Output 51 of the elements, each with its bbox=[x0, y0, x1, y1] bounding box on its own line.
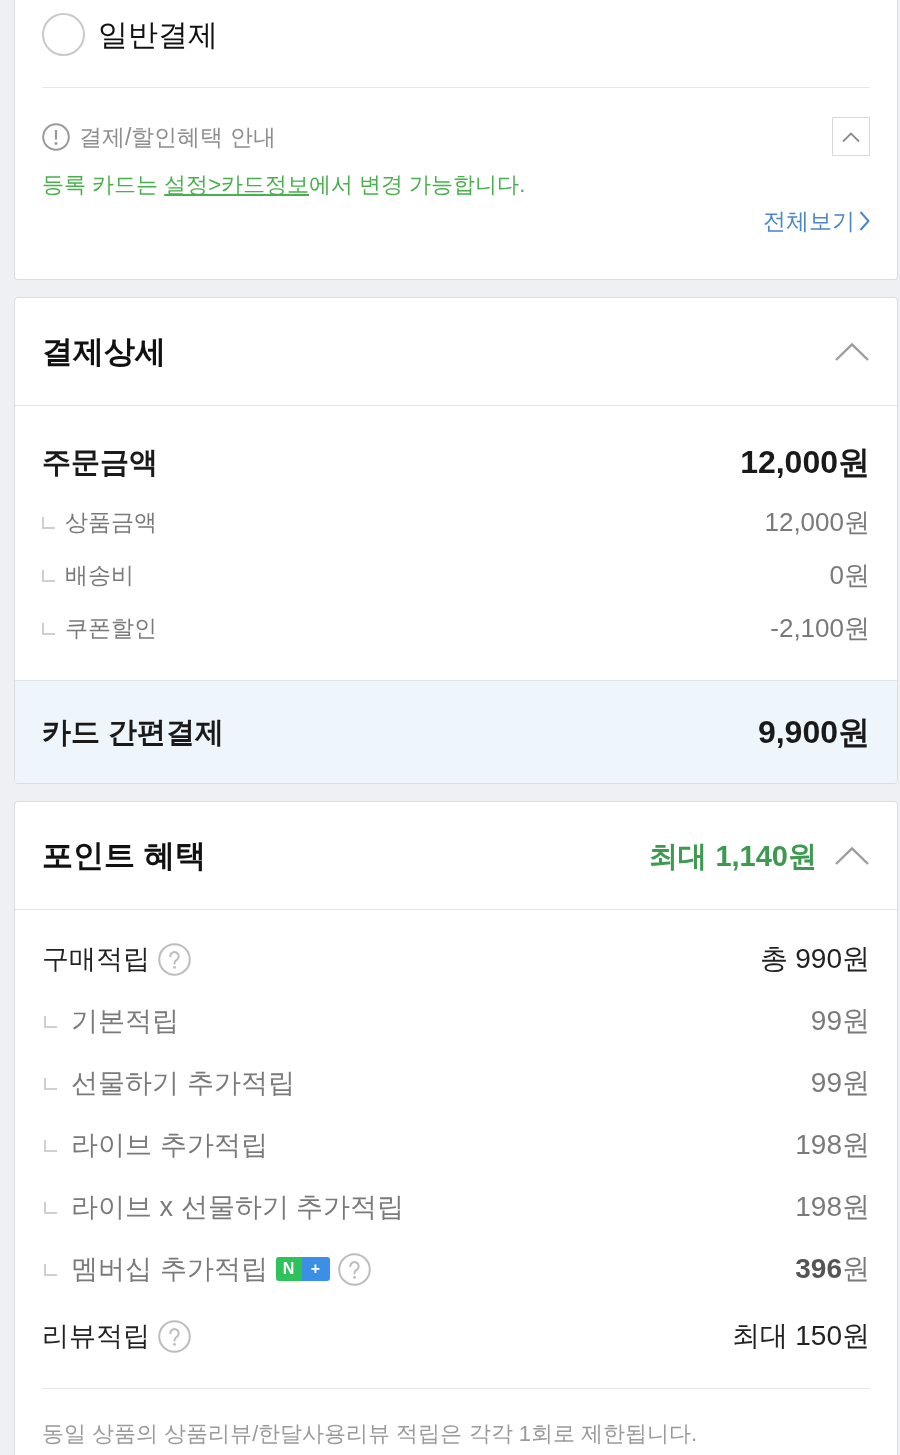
help-icon[interactable] bbox=[158, 942, 191, 976]
detail-label: 상품금액 bbox=[65, 507, 157, 537]
points-label: 구매적립 bbox=[42, 943, 150, 976]
collapse-button[interactable] bbox=[832, 117, 870, 156]
detail-value: -2,100원 bbox=[770, 611, 870, 645]
detail-value: 12,000원 bbox=[764, 505, 870, 539]
final-amount-label: 카드 간편결제 bbox=[42, 715, 225, 750]
points-value: 총 990원 bbox=[759, 942, 870, 976]
points-label: 라이브 추가적립 bbox=[71, 1129, 268, 1162]
indent-corner-icon bbox=[42, 622, 55, 635]
indent-corner-icon bbox=[44, 1202, 57, 1214]
chevron-up-icon[interactable] bbox=[834, 341, 870, 362]
indent-corner-icon bbox=[42, 516, 55, 529]
points-value: 99원 bbox=[810, 1066, 870, 1100]
points-label: 멤버십 추가적립 bbox=[71, 1253, 268, 1286]
help-icon[interactable] bbox=[158, 1319, 191, 1353]
final-amount-value: 9,900원 bbox=[757, 713, 870, 752]
indent-corner-icon bbox=[42, 569, 55, 582]
chevron-right-icon bbox=[859, 210, 870, 232]
points-value: 198원 bbox=[795, 1190, 870, 1224]
points-label: 리뷰적립 bbox=[42, 1320, 150, 1353]
order-total-label: 주문금액 bbox=[42, 445, 158, 480]
section-title: 결제상세 bbox=[42, 332, 166, 371]
card-change-message: 등록 카드는 설정>카드정보에서 변경 가능합니다. bbox=[42, 171, 527, 199]
footnote-text: 동일 상품의 상품리뷰/한달사용리뷰 적립은 각각 1회로 제한됩니다. bbox=[42, 1420, 699, 1448]
points-value: 최대 150원 bbox=[731, 1319, 870, 1353]
detail-value: 0원 bbox=[829, 558, 870, 592]
chevron-up-icon bbox=[841, 130, 861, 143]
indent-corner-icon bbox=[44, 1140, 57, 1152]
points-value: 198원 bbox=[795, 1128, 870, 1162]
order-total-value: 12,000원 bbox=[740, 443, 870, 482]
chevron-up-icon[interactable] bbox=[834, 845, 870, 866]
section-title: 포인트 혜택 bbox=[42, 836, 206, 875]
points-label: 선물하기 추가적립 bbox=[71, 1067, 295, 1100]
points-value: 99원 bbox=[810, 1004, 870, 1038]
points-label: 기본적립 bbox=[71, 1005, 179, 1038]
detail-label: 쿠폰할인 bbox=[65, 613, 157, 643]
points-label: 라이브 x 선물하기 추가적립 bbox=[71, 1191, 404, 1224]
view-all-link[interactable]: 전체보기 bbox=[763, 206, 870, 236]
radio-button[interactable] bbox=[42, 13, 85, 56]
card-settings-link[interactable]: 설정>카드정보 bbox=[164, 172, 310, 197]
info-icon bbox=[42, 122, 70, 151]
indent-corner-icon bbox=[44, 1264, 57, 1276]
detail-label: 배송비 bbox=[65, 560, 134, 590]
indent-corner-icon bbox=[44, 1078, 57, 1090]
notice-title: 결제/할인혜택 안내 bbox=[79, 122, 276, 152]
max-points-text: 최대 1,140원 bbox=[649, 838, 817, 874]
indent-corner-icon bbox=[44, 1016, 57, 1028]
payment-option-label: 일반결제 bbox=[98, 17, 218, 53]
help-icon[interactable] bbox=[337, 1252, 371, 1286]
points-value: 396원 bbox=[795, 1252, 870, 1286]
